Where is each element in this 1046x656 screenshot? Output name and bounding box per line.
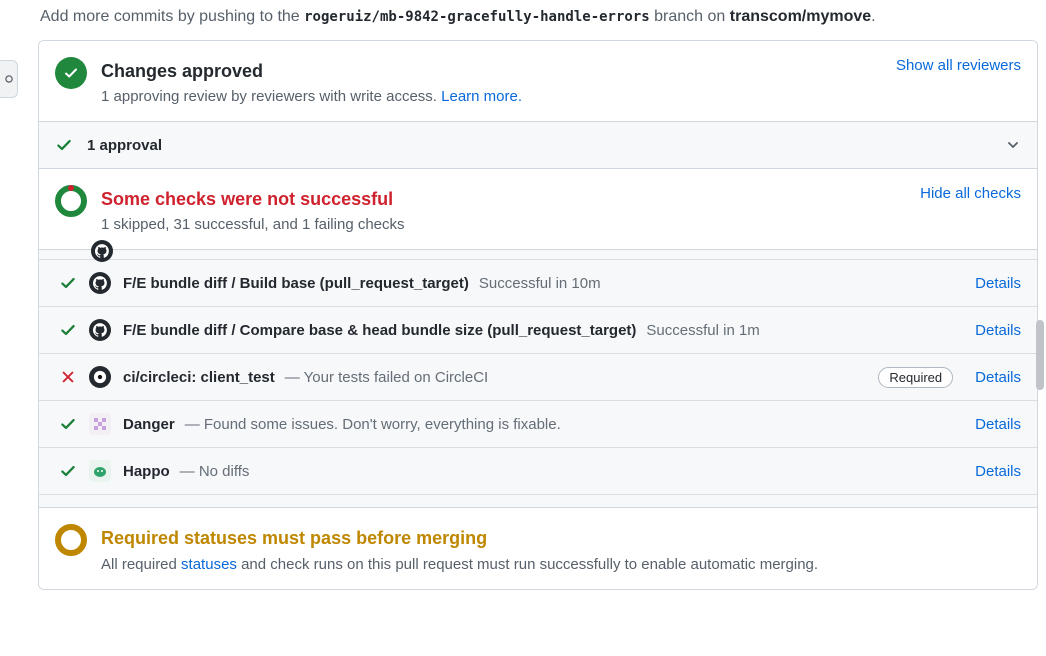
push-hint: Add more commits by pushing to the roger… <box>38 8 1038 40</box>
danger-icon <box>89 413 111 435</box>
check-name: Happo <box>123 463 170 480</box>
reviews-section: Changes approved 1 approving review by r… <box>39 41 1037 122</box>
check-text: Happo — No diffs <box>123 463 963 480</box>
check-row: Happo — No diffs Details <box>39 448 1037 494</box>
approval-label: 1 approval <box>87 137 162 154</box>
merge-box: Changes approved 1 approving review by r… <box>38 40 1038 590</box>
check-icon <box>59 274 77 292</box>
happo-icon <box>89 460 111 482</box>
push-hint-suffix: . <box>871 8 875 25</box>
list-spacer <box>39 494 1037 508</box>
approval-row[interactable]: 1 approval <box>39 122 1037 169</box>
checks-list: F/E bundle diff / Build base (pull_reque… <box>39 250 1037 494</box>
statuses-link[interactable]: statuses <box>181 556 237 573</box>
checks-title: Some checks were not successful <box>101 187 1021 212</box>
required-sub-suffix: and check runs on this pull request must… <box>237 556 818 573</box>
app-avatar <box>91 240 113 262</box>
check-name: ci/circleci: client_test <box>123 369 275 386</box>
check-text: F/E bundle diff / Compare base & head bu… <box>123 322 963 339</box>
check-icon <box>63 65 79 81</box>
check-icon <box>55 136 73 154</box>
check-message: Found some issues. Don't worry, everythi… <box>204 416 561 433</box>
check-name: Danger <box>123 416 175 433</box>
required-section: Required statuses must pass before mergi… <box>39 508 1037 588</box>
check-message: Successful in 10m <box>479 275 601 292</box>
check-icon <box>59 462 77 480</box>
check-message: Successful in 1m <box>646 322 759 339</box>
check-icon <box>59 321 77 339</box>
check-row: F/E bundle diff / Build base (pull_reque… <box>39 260 1037 307</box>
github-icon <box>89 319 111 341</box>
dash: — <box>285 369 304 386</box>
push-hint-mid: branch on <box>650 8 730 25</box>
check-icon <box>59 415 77 433</box>
required-sub-prefix: All required <box>101 556 181 573</box>
details-link[interactable]: Details <box>975 369 1021 386</box>
check-message: Your tests failed on CircleCI <box>304 369 489 386</box>
dash: — <box>185 416 204 433</box>
dash: — <box>180 463 199 480</box>
details-link[interactable]: Details <box>975 416 1021 433</box>
details-link[interactable]: Details <box>975 275 1021 292</box>
details-link[interactable]: Details <box>975 463 1021 480</box>
x-icon <box>59 368 77 386</box>
hide-all-checks-link[interactable]: Hide all checks <box>920 185 1021 202</box>
scrollbar-thumb[interactable] <box>1036 320 1044 390</box>
checks-subtitle: 1 skipped, 31 successful, and 1 failing … <box>101 216 1021 233</box>
check-row: Danger — Found some issues. Don't worry, … <box>39 401 1037 448</box>
push-hint-branch: rogeruiz/mb-9842-gracefully-handle-error… <box>304 9 650 25</box>
checks-header-section: Some checks were not successful 1 skippe… <box>39 169 1037 250</box>
learn-more-link[interactable]: Learn more. <box>441 88 522 105</box>
push-hint-repo: transcom/mymove <box>730 8 871 25</box>
required-subtitle: All required statuses and check runs on … <box>101 556 1021 573</box>
reviews-subtitle-text: 1 approving review by reviewers with wri… <box>101 88 441 105</box>
details-link[interactable]: Details <box>975 322 1021 339</box>
left-stub-button[interactable] <box>0 60 18 98</box>
circle-icon <box>4 74 14 84</box>
required-title: Required statuses must pass before mergi… <box>101 526 1021 551</box>
reviews-subtitle: 1 approving review by reviewers with wri… <box>101 88 1021 105</box>
checks-status-icon <box>55 185 87 217</box>
check-name: F/E bundle diff / Compare base & head bu… <box>123 322 636 339</box>
check-text: Danger — Found some issues. Don't worry, … <box>123 416 963 433</box>
required-status-icon <box>55 524 87 556</box>
github-icon <box>89 272 111 294</box>
circleci-icon <box>89 366 111 388</box>
check-row-partial <box>39 250 1037 260</box>
required-badge: Required <box>878 367 953 388</box>
reviews-title: Changes approved <box>101 59 1021 84</box>
check-message: No diffs <box>199 463 250 480</box>
check-row: F/E bundle diff / Compare base & head bu… <box>39 307 1037 354</box>
show-all-reviewers-link[interactable]: Show all reviewers <box>896 57 1021 74</box>
chevron-down-icon <box>1005 137 1021 153</box>
approved-status-icon <box>55 57 87 89</box>
check-text: F/E bundle diff / Build base (pull_reque… <box>123 275 963 292</box>
check-text: ci/circleci: client_test — Your tests fai… <box>123 369 866 386</box>
push-hint-prefix: Add more commits by pushing to the <box>40 8 304 25</box>
check-row: ci/circleci: client_test — Your tests fai… <box>39 354 1037 401</box>
check-name: F/E bundle diff / Build base (pull_reque… <box>123 275 469 292</box>
